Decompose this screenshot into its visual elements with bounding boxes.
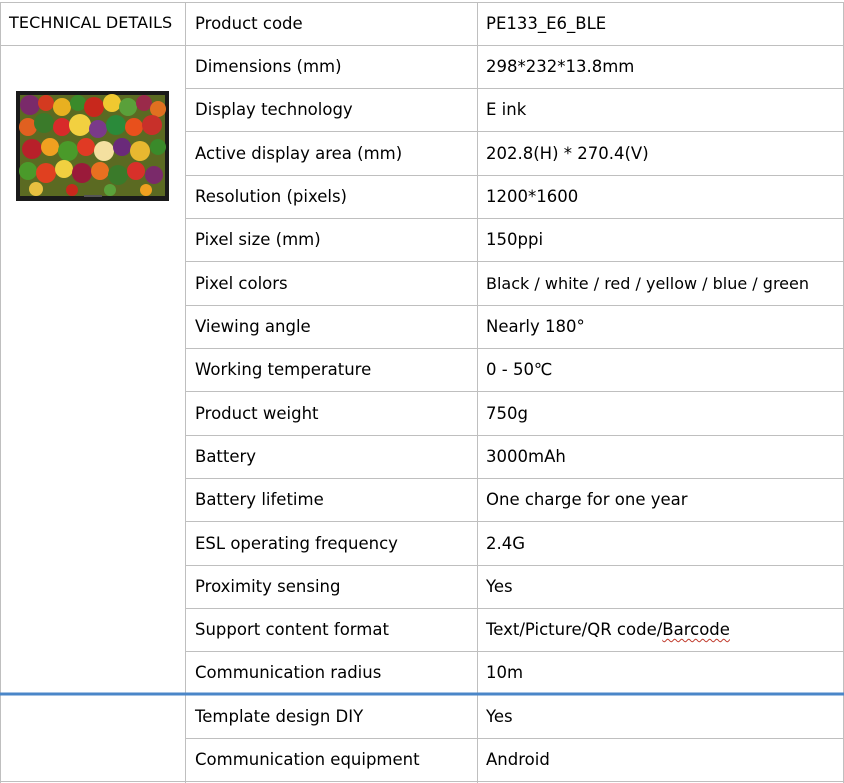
spec-label: Battery lifetime bbox=[195, 490, 324, 509]
spec-value: PE133_E6_BLE bbox=[486, 14, 607, 33]
spec-value: 202.8(H) * 270.4(V) bbox=[486, 144, 649, 163]
spec-label: Product code bbox=[195, 14, 303, 33]
spec-value: Nearly 180° bbox=[486, 317, 585, 336]
spec-value: Yes bbox=[486, 707, 513, 726]
spec-label: Display technology bbox=[195, 100, 353, 119]
spec-label: Dimensions (mm) bbox=[195, 57, 342, 76]
spec-label: Support content format bbox=[195, 620, 389, 639]
spec-label: Pixel size (mm) bbox=[195, 230, 321, 249]
spec-value: 10m bbox=[486, 663, 524, 682]
spec-value: 298*232*13.8mm bbox=[486, 57, 635, 76]
spec-label: Resolution (pixels) bbox=[195, 187, 347, 206]
product-photo bbox=[16, 91, 169, 201]
spec-label: Battery bbox=[195, 447, 257, 466]
spec-value: 2.4G bbox=[486, 534, 526, 553]
spec-label: Active display area (mm) bbox=[195, 144, 403, 163]
vegetables-image bbox=[19, 94, 166, 196]
spec-label: Communication equipment bbox=[195, 750, 420, 769]
technical-details-heading: TECHNICAL DETAILS bbox=[9, 13, 173, 32]
spec-label: Working temperature bbox=[195, 360, 372, 379]
spec-value: Yes bbox=[486, 577, 513, 596]
spec-label: ESL operating frequency bbox=[195, 534, 398, 553]
spec-label: Template design DIY bbox=[195, 707, 364, 726]
spec-value: Text/Picture/QR code/Barcode bbox=[486, 620, 730, 640]
spec-value: Black / white / red / yellow / blue / gr… bbox=[486, 274, 809, 293]
spec-value: 1200*1600 bbox=[486, 187, 579, 206]
spec-label: Pixel colors bbox=[195, 274, 288, 293]
technical-details-sheet: TECHNICAL DETAILS Product code PE133_E6_… bbox=[0, 0, 844, 783]
spellcheck-marked-word: Barcode bbox=[662, 620, 730, 639]
spec-value: Android bbox=[486, 750, 550, 769]
spec-value: 3000mAh bbox=[486, 447, 566, 466]
spec-label: Proximity sensing bbox=[195, 577, 341, 596]
spec-label: Product weight bbox=[195, 404, 319, 423]
spec-label: Communication radius bbox=[195, 663, 382, 682]
spec-value: E ink bbox=[486, 100, 527, 119]
spec-label: Viewing angle bbox=[195, 317, 311, 336]
spec-value: One charge for one year bbox=[486, 490, 688, 509]
spec-value: 150ppi bbox=[486, 230, 544, 249]
spec-value-prefix: Text/Picture/QR code/ bbox=[486, 620, 663, 639]
spec-value: 0 - 50℃ bbox=[486, 360, 553, 379]
spec-value: 750g bbox=[486, 404, 528, 423]
